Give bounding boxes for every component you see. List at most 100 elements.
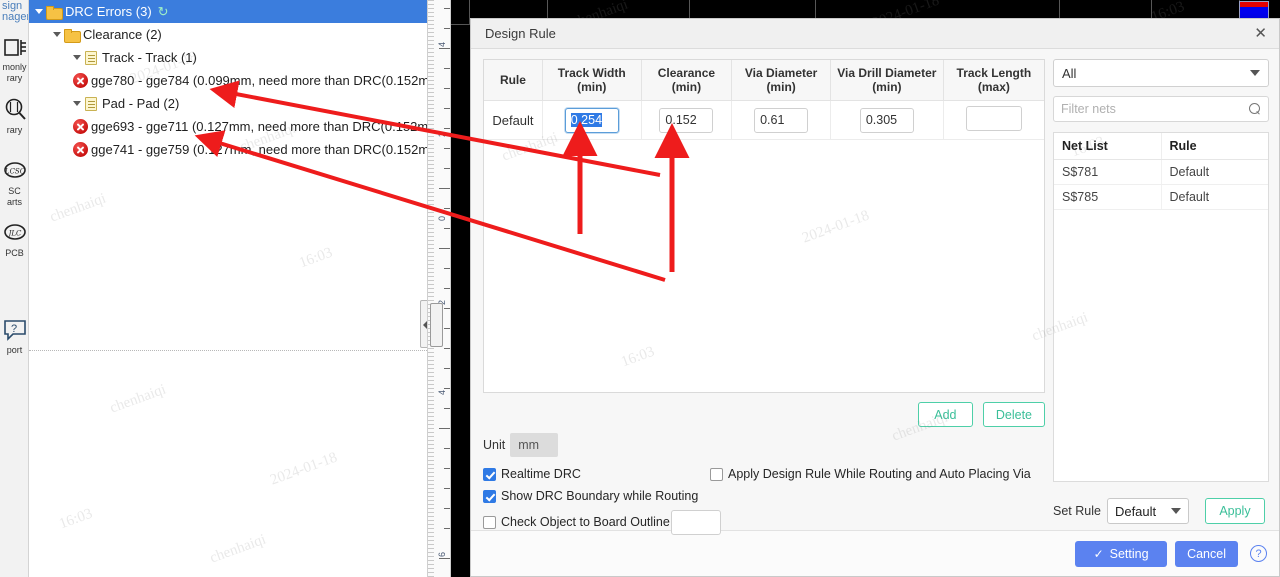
screen-root: sign nager monly rary rary LCSC SC arts …: [0, 0, 1280, 577]
cell-rule-name: Default: [484, 100, 543, 140]
cell-net: S$781: [1054, 159, 1162, 185]
rail-item-label: monly: [2, 62, 27, 72]
cell-via-drill-diameter: 0.305: [830, 100, 944, 140]
track-width-input[interactable]: 0.254: [564, 107, 619, 133]
show-boundary-checkbox[interactable]: [483, 489, 496, 503]
checkbox-row-check-object[interactable]: Check Object to Board Outline: [483, 507, 1045, 537]
dialog-right-column: All Filter nets Net List Rule S$781 Defa…: [1053, 59, 1269, 530]
chip-library-icon: [2, 35, 28, 61]
col-rule: Rule: [484, 60, 543, 101]
ruler-scroll-thumb[interactable]: [430, 303, 443, 347]
dialog-body: Rule Track Width (min) Clearance (min) V…: [471, 49, 1279, 535]
dialog-left-column: Rule Track Width (min) Clearance (min) V…: [483, 59, 1045, 535]
setting-button[interactable]: ✓ Setting: [1075, 540, 1168, 567]
expand-collapse-toggle[interactable]: [33, 6, 45, 18]
cell-via-diameter: 0.61: [731, 100, 831, 140]
design-rules-table: Rule Track Width (min) Clearance (min) V…: [484, 60, 1044, 140]
cell-rule: Default: [1161, 184, 1268, 210]
tree-item-track-track[interactable]: Track - Track (1): [29, 46, 427, 69]
rail-item-search-library[interactable]: rary: [0, 91, 28, 153]
col-track-length: Track Length (max): [943, 60, 1044, 101]
set-rule-select[interactable]: Default: [1106, 498, 1189, 524]
jlcpcb-icon: JLC: [2, 221, 28, 247]
check-object-checkbox[interactable]: [483, 515, 496, 529]
col-clearance: Clearance (min): [641, 60, 733, 101]
watermark: 2024-01-18: [268, 449, 340, 489]
tree-item-error-gge741[interactable]: gge741 - gge759 (0.127mm, need more than…: [29, 138, 427, 161]
cancel-button[interactable]: Cancel: [1175, 540, 1238, 567]
refresh-icon[interactable]: ↻: [158, 4, 169, 20]
tree-item-pad-pad[interactable]: Pad - Pad (2): [29, 92, 427, 115]
error-icon: [73, 142, 88, 157]
expand-collapse-toggle[interactable]: [51, 29, 63, 41]
apply-while-routing-checkbox[interactable]: [710, 467, 723, 481]
check-object-value-input[interactable]: [670, 509, 721, 535]
via-diameter-input[interactable]: 0.61: [754, 107, 809, 133]
table-row[interactable]: Default 0.254 0.152 0.61 0.305: [484, 100, 1044, 140]
rail-item-label-2: rary: [6, 73, 23, 83]
table-header-row: Rule Track Width (min) Clearance (min) V…: [484, 60, 1044, 101]
cancel-button-label: Cancel: [1187, 546, 1226, 561]
col-track-width: Track Width (min): [542, 60, 642, 101]
filter-nets-field[interactable]: Filter nets: [1053, 96, 1269, 122]
filter-nets-input[interactable]: Filter nets: [1061, 102, 1249, 116]
table-row[interactable]: S$781 Default: [1054, 159, 1268, 185]
tree-item-error-gge693[interactable]: gge693 - gge711 (0.127mm, need more than…: [29, 115, 427, 138]
error-icon: [73, 73, 88, 88]
track-length-input[interactable]: [965, 106, 1022, 131]
check-icon: ✓: [1093, 546, 1104, 561]
grid-action-buttons: Add Delete: [483, 393, 1045, 427]
checkbox-row-show-boundary[interactable]: Show DRC Boundary while Routing: [483, 485, 1045, 507]
jlcsc-parts-icon: LCSC: [2, 159, 28, 185]
search-icon[interactable]: [1249, 103, 1261, 115]
tree-item-label: DRC Errors (3): [65, 4, 152, 19]
folder-icon: [46, 5, 63, 20]
rail-item-label: PCB: [5, 248, 24, 258]
tree-item-label: Pad - Pad (2): [102, 96, 180, 111]
close-icon[interactable]: ✕: [1252, 26, 1269, 41]
check-object-label: Check Object to Board Outline: [501, 515, 670, 529]
drc-errors-tree-panel[interactable]: DRC Errors (3) ↻ Clearance (2) Track - T…: [29, 0, 427, 350]
checkbox-row-apply-while-routing[interactable]: Apply Design Rule While Routing and Auto…: [710, 463, 1031, 485]
col-rule: Rule: [1161, 133, 1268, 160]
ruler-label: 2: [437, 132, 447, 138]
delete-button[interactable]: Delete: [982, 402, 1045, 427]
vertical-ruler[interactable]: 4 2 0 2 4 6: [427, 0, 451, 577]
via-drill-diameter-input[interactable]: 0.305: [859, 107, 914, 133]
tree-item-drc-errors-root[interactable]: DRC Errors (3) ↻: [29, 0, 427, 23]
chevron-down-icon: [1170, 508, 1181, 514]
watermark: chenhaiqi: [207, 531, 269, 567]
cell-track-width: 0.254: [542, 100, 642, 140]
unit-value[interactable]: mm: [510, 433, 559, 457]
rail-item-label-2: arts: [6, 197, 22, 207]
design-rules-grid[interactable]: Rule Track Width (min) Clearance (min) V…: [483, 59, 1045, 393]
rail-item-jlcpcb[interactable]: JLC PCB: [0, 215, 28, 277]
watermark: 16:03: [57, 505, 95, 533]
rail-item-support[interactable]: ? port: [0, 311, 28, 373]
set-rule-row: Set Rule Default Apply: [1053, 492, 1269, 530]
tree-item-error-gge780[interactable]: gge780 - gge784 (0.099mm, need more than…: [29, 69, 427, 92]
document-icon: [85, 96, 97, 111]
tree-item-clearance[interactable]: Clearance (2): [29, 23, 427, 46]
help-icon[interactable]: ?: [1250, 545, 1267, 562]
dialog-title: Design Rule: [485, 26, 556, 41]
clearance-input[interactable]: 0.152: [659, 107, 714, 133]
expand-collapse-toggle[interactable]: [71, 98, 83, 110]
chevron-down-icon: [1250, 70, 1260, 76]
apply-button[interactable]: Apply: [1204, 498, 1265, 524]
realtime-drc-checkbox[interactable]: [483, 467, 496, 481]
svg-text:LCSC: LCSC: [3, 168, 25, 176]
search-library-icon: [2, 97, 28, 123]
net-list-panel[interactable]: Net List Rule S$781 Default S$785 Defaul…: [1053, 132, 1269, 482]
net-scope-select[interactable]: All: [1053, 59, 1269, 87]
rail-item-commonly-library[interactable]: monly rary: [0, 29, 28, 91]
rail-header-line2: nager: [2, 11, 29, 23]
ruler-label: 4: [437, 42, 447, 48]
rail-item-jlcsc-parts[interactable]: LCSC SC arts: [0, 153, 28, 215]
document-icon: [85, 50, 97, 65]
table-row[interactable]: S$785 Default: [1054, 184, 1268, 210]
expand-collapse-toggle[interactable]: [71, 52, 83, 64]
watermark: 16:03: [297, 244, 335, 272]
cell-rule: Default: [1161, 159, 1268, 185]
rail-item-label: SC: [8, 186, 21, 196]
